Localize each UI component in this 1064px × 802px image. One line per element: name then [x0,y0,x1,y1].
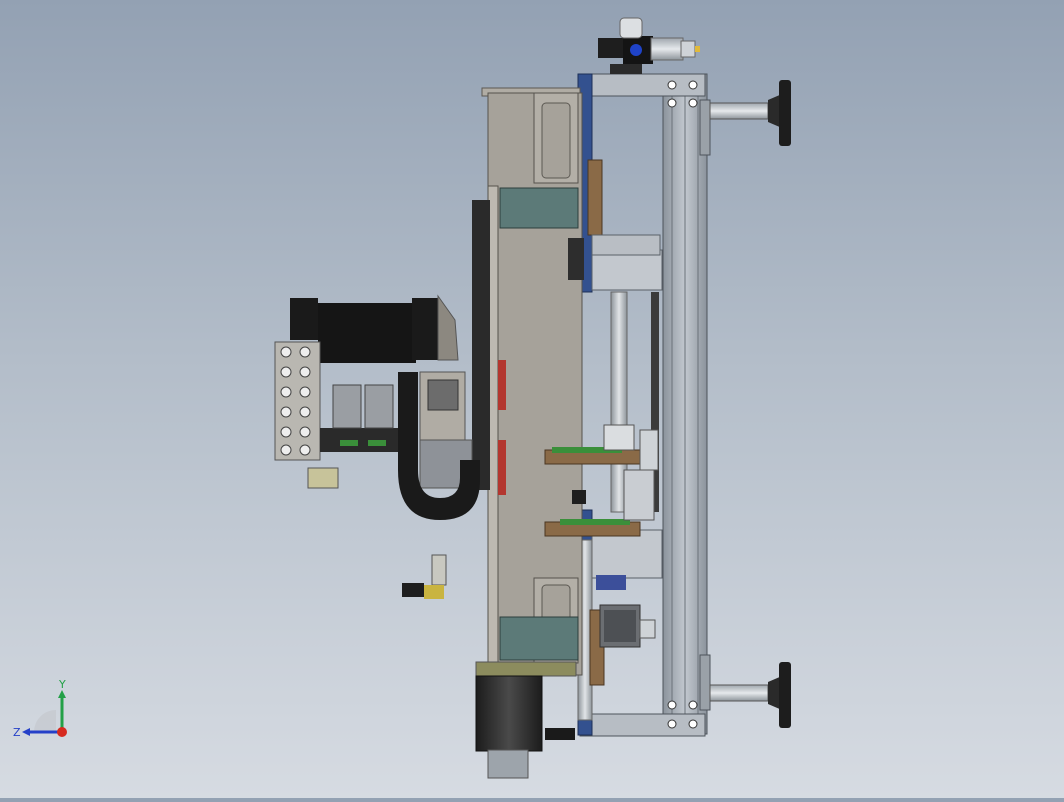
air-regulator [598,17,700,74]
main-vertical-frame [472,87,583,677]
cad-graphics-viewport[interactable] [0,0,1064,798]
perforated-bracket [274,341,321,461]
triad-plane [34,710,56,732]
z-axis-label: Z [13,726,21,739]
z-axis-arrow [22,728,30,736]
sensor-bracket [402,554,447,599]
y-axis-label: Y [58,678,66,691]
assembly-model-view[interactable] [0,0,1064,798]
y-axis-arrow [58,690,66,698]
gripper-module [307,371,473,489]
coordinate-triad: Y Z [10,676,80,746]
x-axis-dot [57,727,67,737]
leveling-foot-bottom [709,662,791,728]
leveling-foot-top [709,80,791,146]
bottom-motor [475,675,575,779]
